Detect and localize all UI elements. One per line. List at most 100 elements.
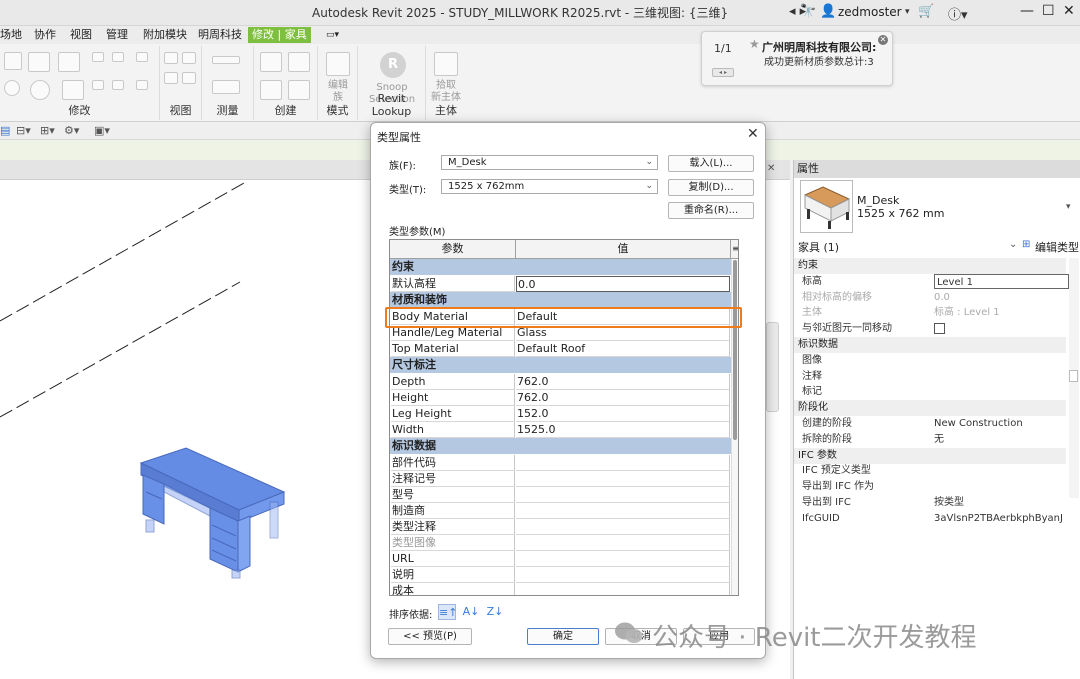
- param-value[interactable]: 762.0: [516, 374, 730, 390]
- viewport-nav-bar[interactable]: [766, 322, 779, 412]
- properties-row[interactable]: 创建的阶段 New Construction: [794, 416, 1066, 432]
- column-header-value[interactable]: 值: [516, 240, 731, 259]
- override-icon[interactable]: [182, 52, 196, 64]
- tab-collaborate[interactable]: 协作: [30, 27, 60, 43]
- trim-icon[interactable]: [62, 80, 84, 100]
- properties-scroll-thumb[interactable]: [1069, 370, 1078, 382]
- star-icon[interactable]: ★: [749, 37, 760, 51]
- properties-row[interactable]: 主体 标高 : Level 1: [794, 305, 1066, 321]
- param-value[interactable]: [516, 455, 730, 471]
- grid-scroll-thumb[interactable]: [733, 260, 737, 440]
- filter-icon[interactable]: ⊞▾: [40, 124, 55, 137]
- tab-extra-dropdown-icon[interactable]: ▭▾: [322, 27, 343, 43]
- notification-nav-icon[interactable]: ◂ ▸: [712, 68, 734, 77]
- delete-icon[interactable]: [136, 80, 148, 90]
- grid-param-row[interactable]: 类型注释: [390, 519, 738, 535]
- maximize-button[interactable]: ☐: [1042, 3, 1055, 19]
- array-icon[interactable]: [112, 80, 124, 90]
- create-assembly-icon[interactable]: [260, 80, 282, 100]
- chevron-down-icon[interactable]: ⌄: [1009, 239, 1017, 250]
- param-value[interactable]: [516, 471, 730, 487]
- cart-icon[interactable]: 🛒: [918, 4, 934, 19]
- properties-row[interactable]: 导出到 IFC 按类型: [794, 495, 1066, 511]
- ok-button[interactable]: 确定: [527, 628, 599, 645]
- linework-icon[interactable]: [182, 72, 196, 84]
- grid-param-row[interactable]: 部件代码: [390, 455, 738, 471]
- grid-param-row[interactable]: 类型图像: [390, 535, 738, 551]
- mirror-icon[interactable]: [28, 52, 50, 72]
- grid-param-row[interactable]: Height 762.0: [390, 390, 738, 406]
- properties-row[interactable]: 相对标高的偏移 0.0: [794, 290, 1066, 306]
- sort-descending-icon[interactable]: Z↓: [486, 604, 504, 620]
- notification-close-icon[interactable]: ✕: [878, 35, 888, 45]
- snoop-icon[interactable]: R: [380, 52, 406, 78]
- tab-mingzhou[interactable]: 明周科技: [194, 27, 246, 43]
- grid-param-row[interactable]: 说明: [390, 567, 738, 583]
- properties-row[interactable]: 导出到 IFC 作为: [794, 479, 1066, 495]
- edit-type-button[interactable]: 编辑类型: [1035, 239, 1079, 255]
- minimize-button[interactable]: —: [1020, 3, 1034, 19]
- measure-icon[interactable]: [212, 56, 240, 64]
- move-with-nearby-checkbox[interactable]: [934, 323, 945, 335]
- properties-group-header[interactable]: 约束˄: [794, 258, 1074, 274]
- layout-icon[interactable]: ⊟▾: [16, 124, 31, 137]
- param-value[interactable]: 0.0: [516, 276, 730, 292]
- property-value[interactable]: 3aVlsnP2TBAerbkphByanJ: [934, 511, 1064, 526]
- sort-grouped-icon[interactable]: ≡↑: [438, 604, 457, 620]
- offset-icon[interactable]: [4, 80, 20, 96]
- grid-param-row[interactable]: 注释记号: [390, 471, 738, 487]
- create-part-icon[interactable]: [260, 52, 282, 72]
- sort-ascending-icon[interactable]: A↓: [462, 604, 480, 620]
- properties-group-header[interactable]: IFC 参数˄: [794, 447, 1074, 464]
- user-icon[interactable]: 👤: [820, 4, 836, 19]
- properties-group-header[interactable]: 标识数据˄: [794, 337, 1074, 353]
- chevron-down-icon[interactable]: ▾: [1066, 202, 1071, 212]
- column-header-menu-icon[interactable]: ≡: [731, 240, 738, 259]
- tab-modify-furniture[interactable]: 修改 | 家具: [248, 27, 311, 43]
- properties-row[interactable]: 与邻近图元一同移动: [794, 321, 1066, 337]
- param-value[interactable]: [516, 503, 730, 519]
- tab-site[interactable]: 场地: [0, 27, 26, 43]
- properties-row[interactable]: 图像: [794, 353, 1066, 369]
- grid-param-row[interactable]: Depth 762.0: [390, 374, 738, 390]
- properties-row[interactable]: 标记: [794, 384, 1066, 400]
- pick-host-icon[interactable]: [434, 52, 458, 76]
- property-value[interactable]: Level 1: [934, 273, 1069, 289]
- hide-icon[interactable]: [164, 52, 178, 64]
- param-value[interactable]: 1525.0: [516, 422, 730, 438]
- viewport-close-icon[interactable]: ✕: [767, 163, 775, 174]
- preview-button[interactable]: << 预览(P): [388, 628, 472, 645]
- param-value[interactable]: Default Roof: [516, 341, 730, 357]
- property-value[interactable]: 0.0: [934, 290, 1064, 305]
- property-value[interactable]: New Construction: [934, 416, 1064, 431]
- rename-button[interactable]: 重命名(R)...: [668, 202, 754, 219]
- property-value[interactable]: 标高 : Level 1: [934, 305, 1064, 320]
- close-window-button[interactable]: ✕: [1063, 3, 1075, 19]
- dialog-close-icon[interactable]: ✕: [747, 126, 759, 142]
- help-icon[interactable]: ⓘ▾: [948, 4, 968, 23]
- param-value[interactable]: [516, 487, 730, 503]
- user-name[interactable]: zedmoster: [838, 5, 902, 19]
- edit-family-label[interactable]: 编辑 族: [322, 80, 354, 104]
- copy-icon[interactable]: [112, 52, 124, 62]
- window-icon[interactable]: ▣▾: [94, 124, 110, 137]
- param-value[interactable]: 152.0: [516, 406, 730, 422]
- rotate-icon[interactable]: [136, 52, 148, 62]
- grid-param-row[interactable]: 型号: [390, 487, 738, 503]
- edit-family-icon[interactable]: [326, 52, 350, 76]
- grid-group-header[interactable]: 材质和装饰˄: [390, 292, 738, 308]
- property-value[interactable]: 按类型: [934, 495, 1064, 510]
- param-value[interactable]: [516, 567, 730, 583]
- grid-param-row[interactable]: 制造商: [390, 503, 738, 519]
- tab-addins[interactable]: 附加模块: [139, 27, 191, 43]
- grid-param-row[interactable]: Top Material Default Roof: [390, 341, 738, 357]
- param-value[interactable]: 762.0: [516, 390, 730, 406]
- create-similar-icon[interactable]: [288, 80, 310, 100]
- duplicate-button[interactable]: 复制(D)...: [668, 179, 754, 196]
- pick-host-label[interactable]: 拾取 新主体: [428, 80, 464, 104]
- dimension-icon[interactable]: [212, 80, 240, 94]
- grid-param-row[interactable]: Leg Height 152.0: [390, 406, 738, 422]
- align-icon[interactable]: [4, 52, 22, 70]
- type-selector[interactable]: M_Desk 1525 x 762 mm: [857, 194, 944, 220]
- grid-param-row[interactable]: Width 1525.0: [390, 422, 738, 438]
